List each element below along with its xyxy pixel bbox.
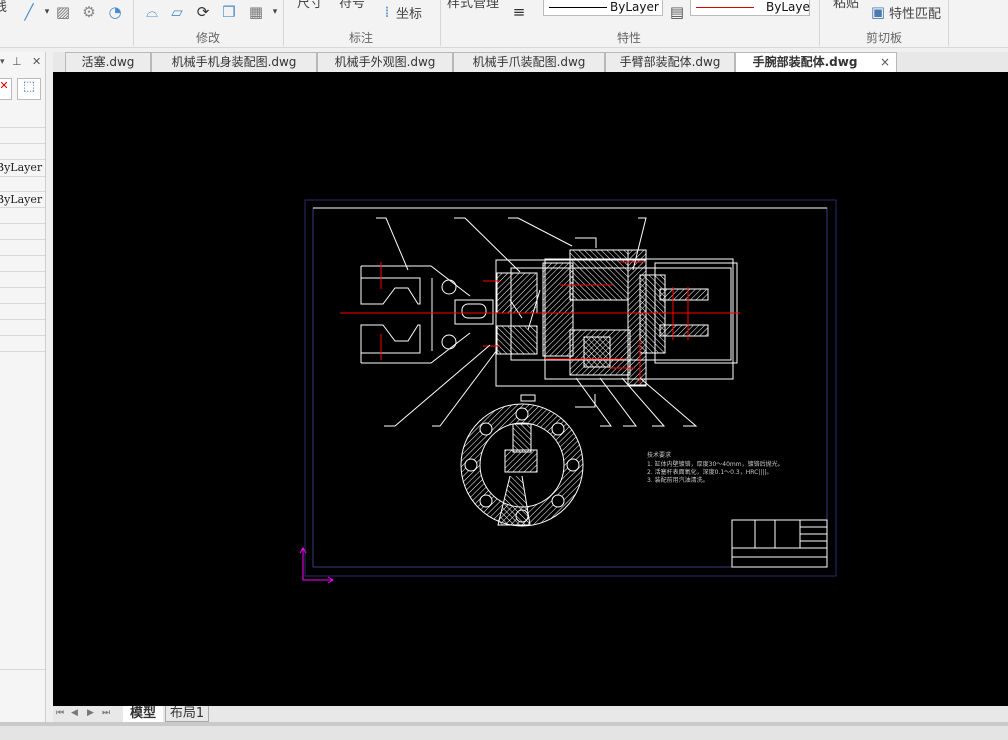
chevron-down-icon[interactable]: ▾ — [0, 57, 5, 67]
match-properties-button[interactable]: 特性匹配 — [889, 3, 941, 22]
match-properties-icon: ▣ — [870, 3, 886, 21]
last-tab-icon[interactable]: ⏭ — [102, 708, 110, 718]
layout-tab-bar: ⏮ ◀ ▶ ⏭ 模型 布局1 — [53, 706, 1008, 722]
close-panel-icon[interactable]: ✕ — [32, 55, 41, 68]
tab-gripper-assembly[interactable]: 机械手爪装配图.dwg — [453, 52, 605, 72]
group-label-dimension: 标注 — [349, 31, 374, 45]
line-tool-icon[interactable]: ╱ — [20, 3, 38, 21]
coordinate-button[interactable]: 坐标 — [396, 3, 422, 22]
tech-line: 1. 缸体内壁镀铬，厚度30～40mm，镀铬后抛光。 — [647, 460, 784, 468]
offset-icon[interactable]: ⌓ — [143, 3, 161, 21]
drawing-canvas[interactable]: 技术要求 1. 缸体内壁镀铬，厚度30～40mm，镀铬后抛光。 2. 活塞杆表面… — [53, 72, 1008, 706]
group-label-modify: 修改 — [196, 31, 221, 45]
pin-icon[interactable]: ⊥ — [12, 55, 22, 68]
status-bar — [0, 722, 1008, 740]
ribbon-partial-label: 线 — [0, 0, 8, 15]
group-label-clipboard: 剪切板 — [866, 31, 903, 45]
property-value[interactable]: ByLayer — [0, 193, 42, 206]
property-value[interactable]: ByLayer — [0, 161, 42, 174]
color-combo[interactable]: ByLaye — [690, 0, 810, 16]
coordinate-icon: ⁞ — [384, 3, 390, 21]
prev-tab-icon[interactable]: ◀ — [71, 708, 78, 718]
tech-title: 技术要求 — [647, 451, 671, 459]
ribbon: 线 ╱ ▾ ▨ ⚙ ◔ ⌓ ▱ ⟳ ❒ ▦ ▾ 修改 尺寸 符号 ⁞ 坐标 标注… — [0, 0, 1008, 48]
linetype-icon[interactable]: ▤ — [668, 3, 686, 21]
title-block — [731, 519, 828, 568]
hatch-icon[interactable]: ▨ — [54, 3, 72, 21]
chevron-down-icon[interactable]: ▾ — [266, 3, 284, 21]
next-tab-icon[interactable]: ▶ — [87, 708, 94, 718]
tab-piston[interactable]: 活塞.dwg — [65, 52, 151, 72]
tech-line: 3. 装配前用汽油清洗。 — [647, 476, 709, 484]
tech-line: 2. 活塞杆表面氧化，深度0.1～0.3，HRC||||。 — [647, 468, 772, 476]
paste-button[interactable]: 粘贴 — [833, 0, 859, 11]
tab-layout1[interactable]: 布局1 — [165, 706, 209, 722]
cylinder-body — [495, 249, 738, 387]
first-tab-icon[interactable]: ⏮ — [56, 708, 64, 718]
tab-exterior[interactable]: 机械手外观图.dwg — [317, 52, 453, 72]
tab-wrist-assembly[interactable]: 手腕部装配体.dwg × — [735, 52, 897, 72]
lineweight-icon[interactable]: ≡ — [510, 3, 528, 21]
group-label-properties: 特性 — [617, 31, 642, 45]
tab-label: 手腕部装配体.dwg — [752, 55, 858, 69]
stretch-icon[interactable]: ▱ — [168, 3, 186, 21]
centerlines — [340, 261, 740, 383]
quick-select-icon[interactable]: ⬚ — [17, 78, 41, 100]
cad-drawing: 技术要求 1. 缸体内壁镀铬，厚度30～40mm，镀铬后抛光。 2. 活塞杆表面… — [299, 199, 837, 584]
tab-body-assembly[interactable]: 机械手机身装配图.dwg — [151, 52, 317, 72]
array-icon[interactable]: ❒ — [220, 3, 238, 21]
tech-requirements: 技术要求 1. 缸体内壁镀铬，厚度30～40mm，镀铬后抛光。 2. 活塞杆表面… — [647, 451, 784, 484]
symbol-button[interactable]: 符号 — [339, 0, 365, 11]
document-tabs: 活塞.dwg 机械手机身装配图.dwg 机械手外观图.dwg 机械手爪装配图.d… — [53, 52, 1008, 72]
properties-panel: ▾ ⊥ ✕ ✕ ⬚ ByLayer ByLayer — [0, 52, 46, 722]
text-icon[interactable]: ◔ — [106, 3, 124, 21]
dimension-button[interactable]: 尺寸 — [297, 0, 323, 11]
linetype-combo[interactable]: ByLayer — [543, 0, 663, 16]
edit-icon[interactable]: ▦ — [247, 3, 265, 21]
tab-arm-assembly[interactable]: 手臂部装配体.dwg — [605, 52, 735, 72]
rotate-icon[interactable]: ⟳ — [194, 3, 212, 21]
block-icon[interactable]: ⚙ — [80, 3, 98, 21]
style-manager-button[interactable]: 样式管理 — [447, 0, 499, 11]
deselect-icon[interactable]: ✕ — [0, 78, 12, 100]
close-tab-icon[interactable]: × — [880, 53, 890, 72]
tab-model[interactable]: 模型 — [123, 706, 163, 722]
section-view — [460, 403, 584, 527]
